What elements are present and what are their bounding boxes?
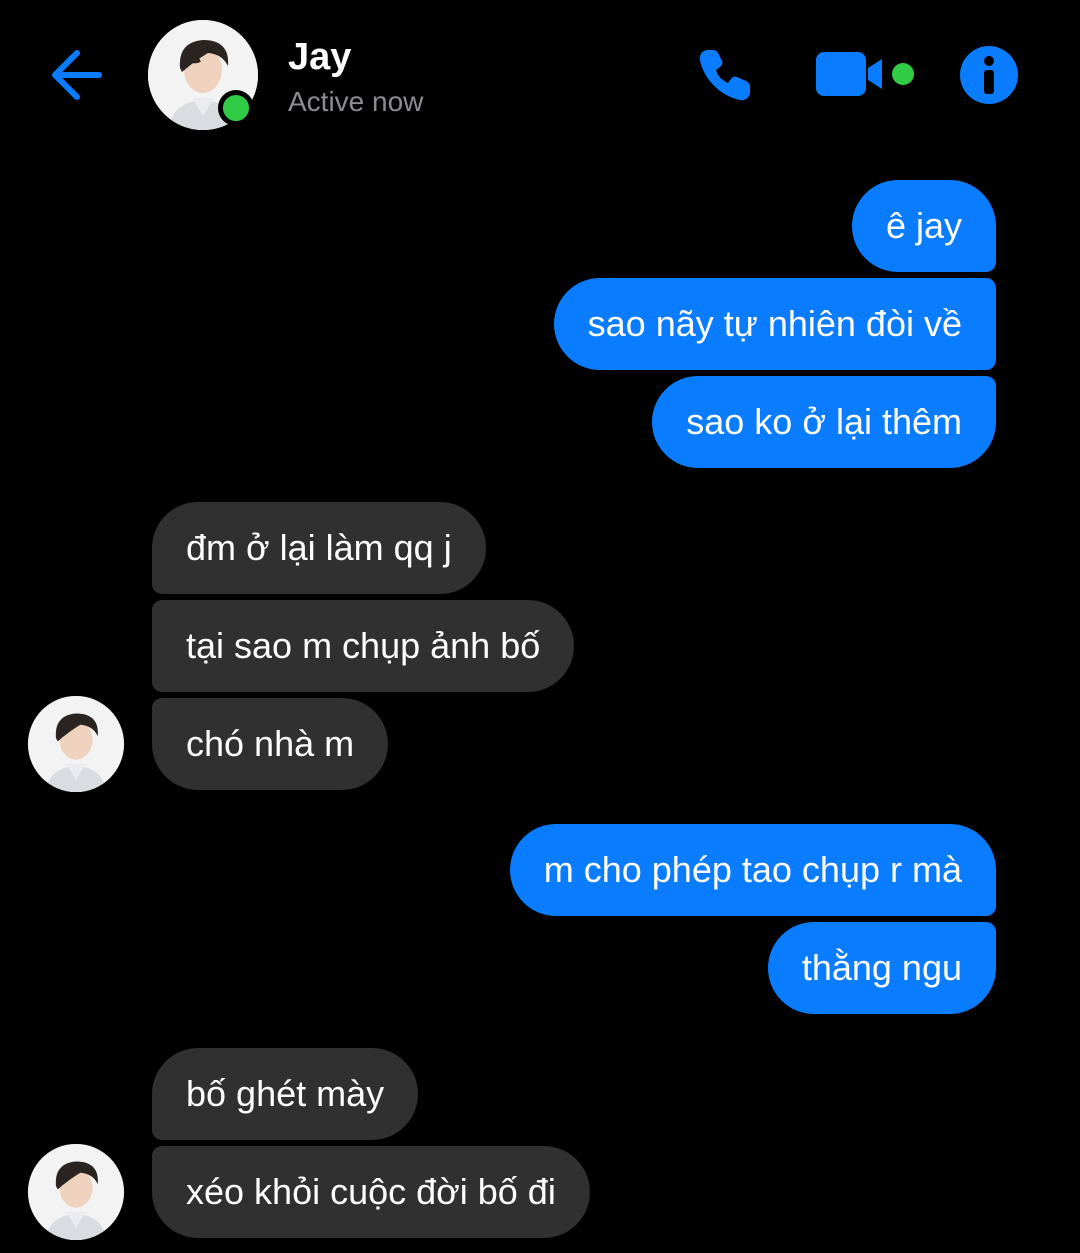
avatar-image	[28, 696, 124, 792]
online-status-dot	[218, 90, 254, 126]
sender-avatar[interactable]	[28, 696, 124, 792]
sender-avatar[interactable]	[28, 1144, 124, 1240]
video-camera-icon	[816, 52, 914, 96]
message-text: sao nãy tự nhiên đòi về	[587, 303, 962, 344]
message-text: thằng ngu	[801, 947, 962, 988]
outgoing-message-bubble[interactable]: sao ko ở lại thêm	[652, 376, 996, 468]
message-text: tại sao m chụp ảnh bố	[186, 625, 541, 666]
incoming-message-bubble[interactable]: chó nhà m	[152, 698, 389, 790]
message-text: đm ở lại làm qq j	[186, 527, 452, 568]
outgoing-message-bubble[interactable]: ê jay	[851, 180, 996, 272]
contact-name[interactable]: Jay	[288, 36, 351, 79]
avatar-image	[28, 1144, 124, 1240]
message-text: bố ghét mày	[186, 1073, 385, 1114]
phone-icon	[699, 50, 750, 101]
conversation-header: Jay Active now	[0, 0, 1080, 150]
voice-call-button[interactable]	[690, 40, 760, 110]
incoming-message-bubble[interactable]: bố ghét mày	[152, 1048, 419, 1140]
conversation-info-button[interactable]	[956, 42, 1022, 108]
outgoing-message-bubble[interactable]: thằng ngu	[767, 922, 996, 1014]
message-text: chó nhà m	[186, 723, 355, 764]
outgoing-message-bubble[interactable]: m cho phép tao chụp r mà	[509, 824, 996, 916]
incoming-message-bubble[interactable]: tại sao m chụp ảnh bố	[152, 600, 575, 692]
message-text: ê jay	[885, 205, 962, 246]
message-text: m cho phép tao chụp r mà	[543, 849, 962, 890]
arrow-left-icon	[52, 50, 102, 100]
incoming-message-bubble[interactable]: xéo khỏi cuộc đời bố đi	[152, 1146, 590, 1238]
video-call-button[interactable]	[812, 46, 920, 104]
info-icon	[960, 46, 1018, 104]
incoming-message-bubble[interactable]: đm ở lại làm qq j	[152, 502, 486, 594]
back-button[interactable]	[44, 42, 110, 108]
active-status: Active now	[288, 86, 424, 117]
message-text: sao ko ở lại thêm	[686, 401, 962, 442]
message-text: xéo khỏi cuộc đời bố đi	[186, 1171, 556, 1212]
outgoing-message-bubble[interactable]: sao nãy tự nhiên đòi về	[553, 278, 996, 370]
